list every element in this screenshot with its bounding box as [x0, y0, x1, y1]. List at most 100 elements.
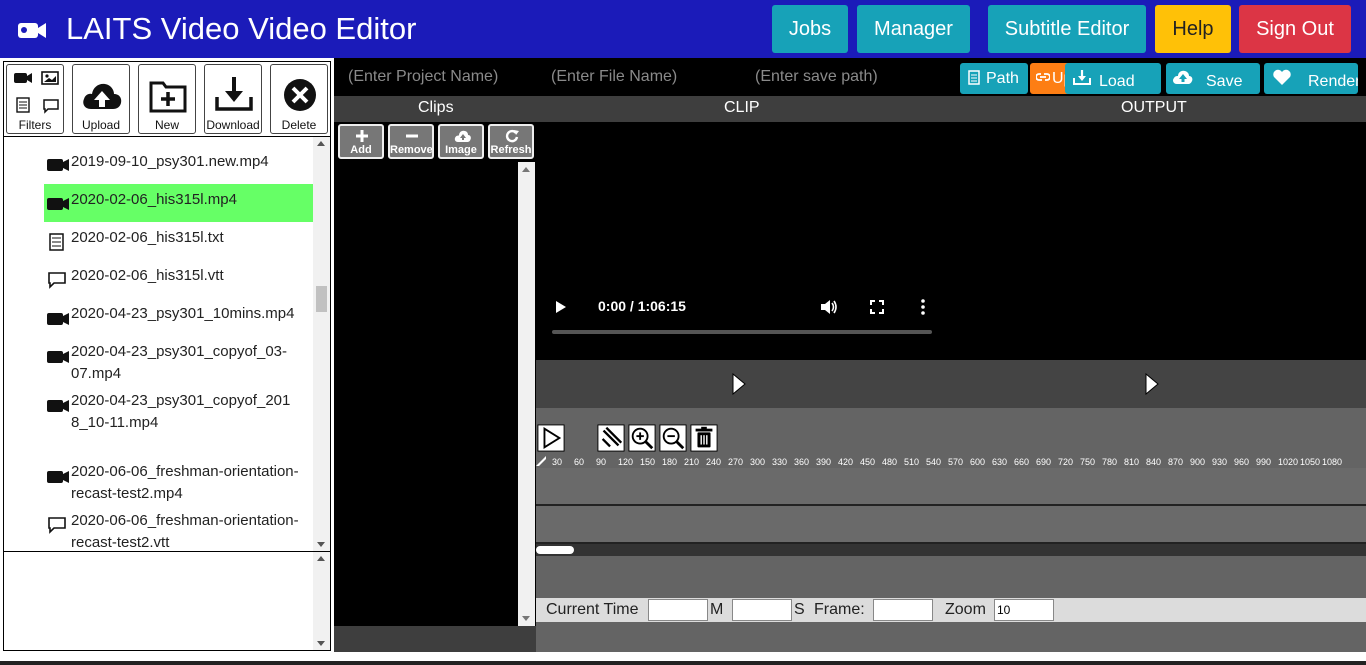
file-item[interactable]: 2020-02-06_his315l.txt: [44, 227, 315, 265]
delete-button[interactable]: Delete: [270, 64, 328, 134]
file-item[interactable]: 2020-04-23_psy301_copyof_2018_10-11.mp4: [44, 390, 315, 458]
upload-button[interactable]: Upload: [72, 64, 130, 134]
fullscreen-icon[interactable]: [870, 300, 884, 314]
ruler-tick-label: 210: [684, 457, 700, 467]
minutes-label: M: [710, 601, 724, 618]
filters-button[interactable]: Filters: [6, 64, 64, 134]
ruler-tick-label: 420: [838, 457, 854, 467]
add-label: Add: [350, 144, 372, 156]
project-name-input[interactable]: [348, 66, 538, 88]
video-progress-bar[interactable]: [552, 330, 932, 334]
timeline-scrollbar[interactable]: [536, 544, 1366, 556]
scroll-up-arrow-icon[interactable]: [522, 167, 530, 172]
timeline-scrollbar-thumb[interactable]: [536, 546, 574, 554]
speech-bubble-icon: [48, 272, 66, 289]
ruler-tick-label: 1050: [1300, 457, 1321, 467]
minutes-input[interactable]: [648, 599, 708, 621]
heart-icon: [1273, 69, 1291, 85]
ruler-tick-label: 120: [618, 457, 634, 467]
timeline-track-video[interactable]: [536, 468, 1366, 506]
clip-play-icon[interactable]: [731, 373, 749, 395]
file-item[interactable]: 2020-06-06_freshman-orientation-recast-t…: [44, 510, 315, 551]
clips-footer: [334, 626, 536, 652]
playhead-marker-icon[interactable]: [536, 456, 546, 466]
ruler-tick-label: 300: [750, 457, 766, 467]
clips-heading: Clips: [418, 99, 454, 116]
output-play-icon[interactable]: [1144, 373, 1162, 395]
path-label: Path: [986, 70, 1019, 87]
timeline-play-icon[interactable]: [536, 424, 566, 452]
scroll-down-arrow-icon[interactable]: [317, 641, 325, 646]
clip-video-player[interactable]: 0:00 / 1:06:15: [536, 122, 1366, 360]
details-scrollbar[interactable]: [313, 552, 330, 650]
file-name: 2020-04-23_psy301_10mins.mp4: [71, 305, 295, 322]
ruler-tick-label: 570: [948, 457, 964, 467]
frame-input[interactable]: [873, 599, 933, 621]
window-bottom-border: [0, 661, 1366, 665]
download-icon: [1073, 70, 1091, 85]
trash-icon[interactable]: [689, 424, 719, 452]
seconds-input[interactable]: [732, 599, 792, 621]
zoom-out-icon[interactable]: [658, 424, 688, 452]
file-item[interactable]: 2020-04-23_psy301_copyof_03-07.mp4: [44, 341, 315, 387]
ruler-tick-label: 600: [970, 457, 986, 467]
save-path-input[interactable]: [755, 66, 945, 88]
image-clip-button[interactable]: Image: [438, 124, 484, 159]
add-clip-button[interactable]: Add: [338, 124, 384, 159]
file-item[interactable]: 2020-04-23_psy301_10mins.mp4: [44, 303, 315, 341]
zoom-input[interactable]: [994, 599, 1054, 621]
preview-play-row: [536, 360, 1366, 408]
subtitle-editor-button[interactable]: Subtitle Editor: [988, 5, 1146, 53]
file-name: 2020-06-06_freshman-orientation-recast-t…: [71, 512, 299, 551]
jobs-button[interactable]: Jobs: [772, 5, 848, 53]
ruler-tick-label: 660: [1014, 457, 1030, 467]
file-item[interactable]: 2020-06-06_freshman-orientation-recast-t…: [44, 461, 315, 507]
new-button[interactable]: New: [138, 64, 196, 134]
render-label: Render: [1308, 73, 1358, 90]
scroll-down-arrow-icon[interactable]: [522, 616, 530, 621]
video-camera-icon: [47, 159, 69, 171]
zoom-in-icon[interactable]: [627, 424, 657, 452]
link-icon: [1036, 73, 1050, 81]
file-list-scrollbar[interactable]: [313, 137, 330, 551]
cut-clip-icon[interactable]: [596, 424, 626, 452]
file-item-selected[interactable]: 2020-02-06_his315l.mp4: [44, 184, 315, 222]
ruler-tick-label: 30: [552, 457, 563, 467]
load-label: Load: [1099, 73, 1135, 90]
render-button[interactable]: Render: [1264, 63, 1358, 94]
frame-label: Frame:: [814, 601, 865, 618]
remove-clip-button[interactable]: Remove: [388, 124, 434, 159]
help-button[interactable]: Help: [1155, 5, 1231, 53]
load-button[interactable]: Load: [1065, 63, 1161, 94]
ruler-tick-label: 510: [904, 457, 920, 467]
scroll-up-arrow-icon[interactable]: [317, 141, 325, 146]
ruler-tick-label: 390: [816, 457, 832, 467]
download-icon: [215, 77, 253, 111]
save-button[interactable]: Save: [1166, 63, 1260, 94]
play-icon[interactable]: [554, 299, 568, 315]
volume-icon[interactable]: [820, 299, 838, 315]
manager-button[interactable]: Manager: [857, 5, 970, 53]
scrollbar-thumb[interactable]: [316, 286, 327, 312]
download-button[interactable]: Download: [204, 64, 262, 134]
path-button[interactable]: Path: [960, 63, 1028, 94]
more-options-icon[interactable]: [920, 299, 926, 315]
video-camera-icon: [47, 313, 69, 325]
text-file-icon: [16, 97, 30, 113]
scroll-down-arrow-icon[interactable]: [317, 542, 325, 547]
section-labels: Clips CLIP OUTPUT: [334, 96, 1366, 122]
scroll-up-arrow-icon[interactable]: [317, 556, 325, 561]
file-item[interactable]: 2020-02-06_his315l.vtt: [44, 265, 315, 303]
timeline-track-audio[interactable]: [536, 506, 1366, 544]
file-details-pane: [3, 552, 331, 651]
file-name: 2020-04-23_psy301_copyof_03-07.mp4: [71, 343, 287, 382]
sign-out-button[interactable]: Sign Out: [1239, 5, 1351, 53]
download-label: Download: [206, 118, 260, 132]
ruler-tick-label: 360: [794, 457, 810, 467]
ruler-tick-label: 750: [1080, 457, 1096, 467]
time-controls: Current Time M S Frame: Zoom: [536, 598, 1366, 622]
refresh-clips-button[interactable]: Refresh: [488, 124, 534, 159]
clips-scrollbar[interactable]: [518, 162, 535, 626]
file-name-input[interactable]: [551, 66, 741, 88]
app-title: LAITS Video Video Editor: [66, 11, 417, 46]
